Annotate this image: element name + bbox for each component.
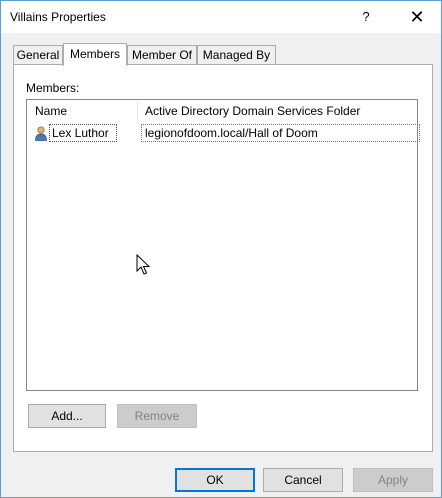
title-bar: Villains Properties ? ✕ [1,1,441,33]
user-icon [35,126,47,141]
members-panel: Members: Name Active Directory Domain Se… [13,64,433,452]
column-header-name[interactable]: Name [35,104,67,118]
ok-button[interactable]: OK [175,468,255,492]
window-title: Villains Properties [10,10,106,24]
members-label: Members: [26,81,80,95]
column-separator[interactable] [137,102,138,120]
add-button[interactable]: Add... [28,404,106,428]
member-name: Lex Luthor [49,124,117,142]
remove-button[interactable]: Remove [117,404,197,428]
tab-members[interactable]: Members [63,43,127,66]
members-list[interactable]: Name Active Directory Domain Services Fo… [26,99,420,391]
tab-strip: General Members Member Of Managed By [13,43,433,66]
member-folder: legionofdoom.local/Hall of Doom [141,124,420,142]
list-header: Name Active Directory Domain Services Fo… [27,100,417,122]
tab-managed-by[interactable]: Managed By [197,45,276,65]
column-header-folder[interactable]: Active Directory Domain Services Folder [145,104,360,118]
tab-general[interactable]: General [13,45,63,65]
help-button[interactable]: ? [349,1,383,33]
cancel-button[interactable]: Cancel [263,468,343,492]
properties-dialog: Villains Properties ? ✕ General Members … [0,0,442,498]
mouse-pointer-icon [136,254,151,275]
list-item[interactable]: Lex Luthor legionofdoom.local/Hall of Do… [27,124,420,142]
apply-button[interactable]: Apply [353,468,433,492]
tab-member-of[interactable]: Member Of [127,45,197,65]
close-button[interactable]: ✕ [397,1,437,33]
